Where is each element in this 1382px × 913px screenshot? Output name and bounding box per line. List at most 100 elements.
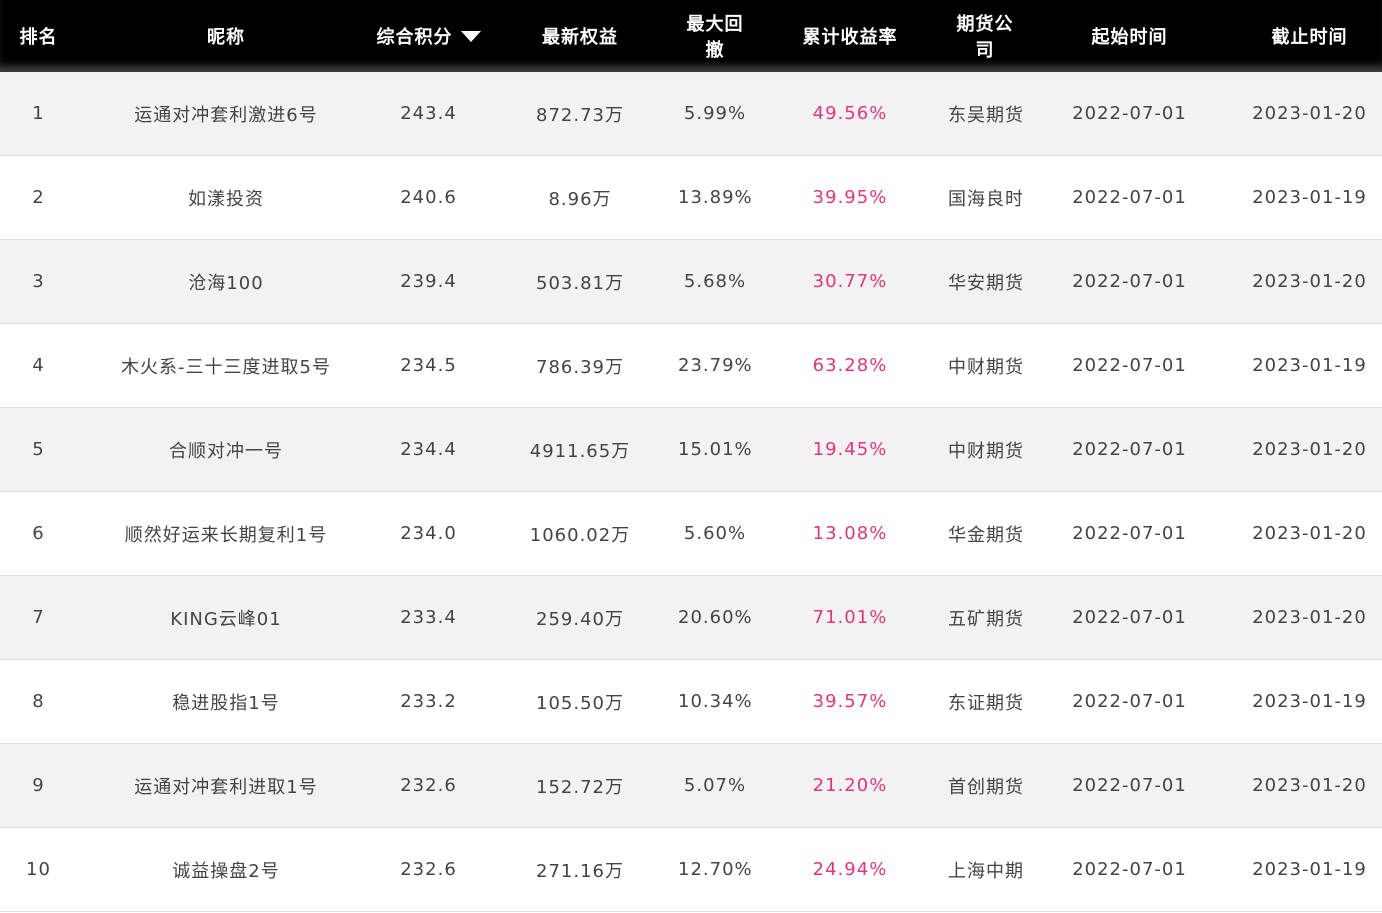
cell-end: 2023-01-20 bbox=[1237, 239, 1382, 324]
cell-score: 234.5 bbox=[375, 323, 482, 408]
cell-equity: 4911.65万 bbox=[482, 407, 678, 492]
caret-down-icon[interactable] bbox=[460, 30, 481, 42]
table-row[interactable]: 2 如漾投资 240.6 8.96万 13.89% 39.95% 国海良时 2022-07-0… bbox=[0, 155, 1382, 240]
cell-score: 239.4 bbox=[375, 239, 482, 324]
cell-rank: 5 bbox=[0, 407, 77, 492]
table-row[interactable]: 8 稳进股指1号 233.2 105.50万 10.34% 39.57% 东证期货 2022-… bbox=[0, 659, 1382, 744]
cell-start: 2022-07-01 bbox=[1022, 407, 1237, 492]
cell-nickname[interactable]: 沧海100 bbox=[77, 239, 375, 324]
cell-start: 2022-07-01 bbox=[1022, 827, 1237, 912]
cell-nickname[interactable]: 运通对冲套利激进6号 bbox=[77, 72, 375, 156]
table-row[interactable]: 3 沧海100 239.4 503.81万 5.68% 30.77% 华安期货 2022-07… bbox=[0, 239, 1382, 324]
header-company[interactable]: 期货公司 bbox=[948, 0, 1022, 72]
header-rank[interactable]: 排名 bbox=[0, 0, 77, 72]
cell-end: 2023-01-20 bbox=[1237, 575, 1382, 660]
cell-end: 2023-01-19 bbox=[1237, 155, 1382, 240]
header-equity[interactable]: 最新权益 bbox=[482, 0, 678, 72]
cell-company: 中财期货 bbox=[948, 407, 1022, 492]
table-row[interactable]: 10 诚益操盘2号 232.6 271.16万 12.70% 24.94% 上海中期 2022… bbox=[0, 827, 1382, 912]
cell-score: 234.4 bbox=[375, 407, 482, 492]
cell-nickname[interactable]: KING云峰01 bbox=[77, 575, 375, 660]
cell-start: 2022-07-01 bbox=[1022, 743, 1237, 828]
cell-return-rate: 39.95% bbox=[752, 155, 948, 240]
cell-start: 2022-07-01 bbox=[1022, 155, 1237, 240]
cell-drawdown: 23.79% bbox=[678, 323, 752, 408]
cell-company: 首创期货 bbox=[948, 743, 1022, 828]
cell-return-rate: 63.28% bbox=[752, 323, 948, 408]
table-row[interactable]: 7 KING云峰01 233.4 259.40万 20.60% 71.01% 五矿期货 202… bbox=[0, 575, 1382, 660]
cell-return-rate: 30.77% bbox=[752, 239, 948, 324]
cell-drawdown: 5.68% bbox=[678, 239, 752, 324]
cell-nickname[interactable]: 运通对冲套利进取1号 bbox=[77, 743, 375, 828]
cell-company: 国海良时 bbox=[948, 155, 1022, 240]
cell-equity: 105.50万 bbox=[482, 659, 678, 744]
cell-end: 2023-01-19 bbox=[1237, 659, 1382, 744]
cell-return-rate: 13.08% bbox=[752, 491, 948, 576]
cell-rank: 7 bbox=[0, 575, 77, 660]
cell-score: 232.6 bbox=[375, 827, 482, 912]
cell-score: 243.4 bbox=[375, 72, 482, 156]
cell-nickname[interactable]: 诚益操盘2号 bbox=[77, 827, 375, 912]
cell-return-rate: 71.01% bbox=[752, 575, 948, 660]
cell-score: 233.2 bbox=[375, 659, 482, 744]
cell-end: 2023-01-20 bbox=[1237, 72, 1382, 156]
cell-nickname[interactable]: 顺然好运来长期复利1号 bbox=[77, 491, 375, 576]
table-row[interactable]: 1 运通对冲套利激进6号 243.4 872.73万 5.99% 49.56% 东吴期货 20… bbox=[0, 72, 1382, 156]
cell-return-rate: 21.20% bbox=[752, 743, 948, 828]
table-header: 排名 昵称 综合积分 最新权益 最大回撤 累计收益率 期货公司 起始时间 截止时… bbox=[0, 0, 1382, 72]
cell-nickname[interactable]: 木火系-三十三度进取5号 bbox=[77, 323, 375, 408]
cell-drawdown: 10.34% bbox=[678, 659, 752, 744]
cell-drawdown: 12.70% bbox=[678, 827, 752, 912]
cell-company: 东吴期货 bbox=[948, 72, 1022, 156]
cell-end: 2023-01-19 bbox=[1237, 827, 1382, 912]
cell-equity: 503.81万 bbox=[482, 239, 678, 324]
header-start[interactable]: 起始时间 bbox=[1022, 0, 1237, 72]
cell-rank: 2 bbox=[0, 155, 77, 240]
cell-company: 华金期货 bbox=[948, 491, 1022, 576]
table-row[interactable]: 5 合顺对冲一号 234.4 4911.65万 15.01% 19.45% 中财期货 2022… bbox=[0, 407, 1382, 492]
cell-return-rate: 19.45% bbox=[752, 407, 948, 492]
table-row[interactable]: 9 运通对冲套利进取1号 232.6 152.72万 5.07% 21.20% 首创期货 20… bbox=[0, 743, 1382, 828]
cell-start: 2022-07-01 bbox=[1022, 72, 1237, 156]
cell-drawdown: 20.60% bbox=[678, 575, 752, 660]
cell-rank: 4 bbox=[0, 323, 77, 408]
table-row[interactable]: 6 顺然好运来长期复利1号 234.0 1060.02万 5.60% 13.08% 华金期货… bbox=[0, 491, 1382, 576]
cell-rank: 8 bbox=[0, 659, 77, 744]
header-drawdown[interactable]: 最大回撤 bbox=[678, 0, 752, 72]
cell-score: 232.6 bbox=[375, 743, 482, 828]
ranking-table: 排名 昵称 综合积分 最新权益 最大回撤 累计收益率 期货公司 起始时间 截止时… bbox=[0, 0, 1382, 912]
cell-nickname[interactable]: 稳进股指1号 bbox=[77, 659, 375, 744]
cell-company: 华安期货 bbox=[948, 239, 1022, 324]
cell-drawdown: 15.01% bbox=[678, 407, 752, 492]
cell-nickname[interactable]: 合顺对冲一号 bbox=[77, 407, 375, 492]
cell-company: 五矿期货 bbox=[948, 575, 1022, 660]
cell-score: 240.6 bbox=[375, 155, 482, 240]
table-body: 1 运通对冲套利激进6号 243.4 872.73万 5.99% 49.56% 东吴期货 20… bbox=[0, 72, 1382, 912]
cell-rank: 3 bbox=[0, 239, 77, 324]
cell-drawdown: 5.99% bbox=[678, 72, 752, 156]
cell-return-rate: 49.56% bbox=[752, 72, 948, 156]
cell-equity: 872.73万 bbox=[482, 72, 678, 156]
cell-start: 2022-07-01 bbox=[1022, 659, 1237, 744]
cell-equity: 152.72万 bbox=[482, 743, 678, 828]
cell-end: 2023-01-19 bbox=[1237, 323, 1382, 408]
cell-rank: 9 bbox=[0, 743, 77, 828]
cell-drawdown: 5.07% bbox=[678, 743, 752, 828]
cell-rank: 6 bbox=[0, 491, 77, 576]
cell-company: 中财期货 bbox=[948, 323, 1022, 408]
cell-end: 2023-01-20 bbox=[1237, 491, 1382, 576]
cell-rank: 1 bbox=[0, 72, 77, 156]
cell-start: 2022-07-01 bbox=[1022, 491, 1237, 576]
cell-nickname[interactable]: 如漾投资 bbox=[77, 155, 375, 240]
header-score[interactable]: 综合积分 bbox=[375, 0, 482, 72]
cell-equity: 271.16万 bbox=[482, 827, 678, 912]
header-return-rate[interactable]: 累计收益率 bbox=[752, 0, 948, 72]
cell-drawdown: 5.60% bbox=[678, 491, 752, 576]
header-nickname[interactable]: 昵称 bbox=[77, 0, 375, 72]
table-row[interactable]: 4 木火系-三十三度进取5号 234.5 786.39万 23.79% 63.28% 中财期… bbox=[0, 323, 1382, 408]
cell-return-rate: 24.94% bbox=[752, 827, 948, 912]
cell-company: 上海中期 bbox=[948, 827, 1022, 912]
cell-score: 233.4 bbox=[375, 575, 482, 660]
cell-score: 234.0 bbox=[375, 491, 482, 576]
header-end[interactable]: 截止时间 bbox=[1237, 0, 1382, 72]
